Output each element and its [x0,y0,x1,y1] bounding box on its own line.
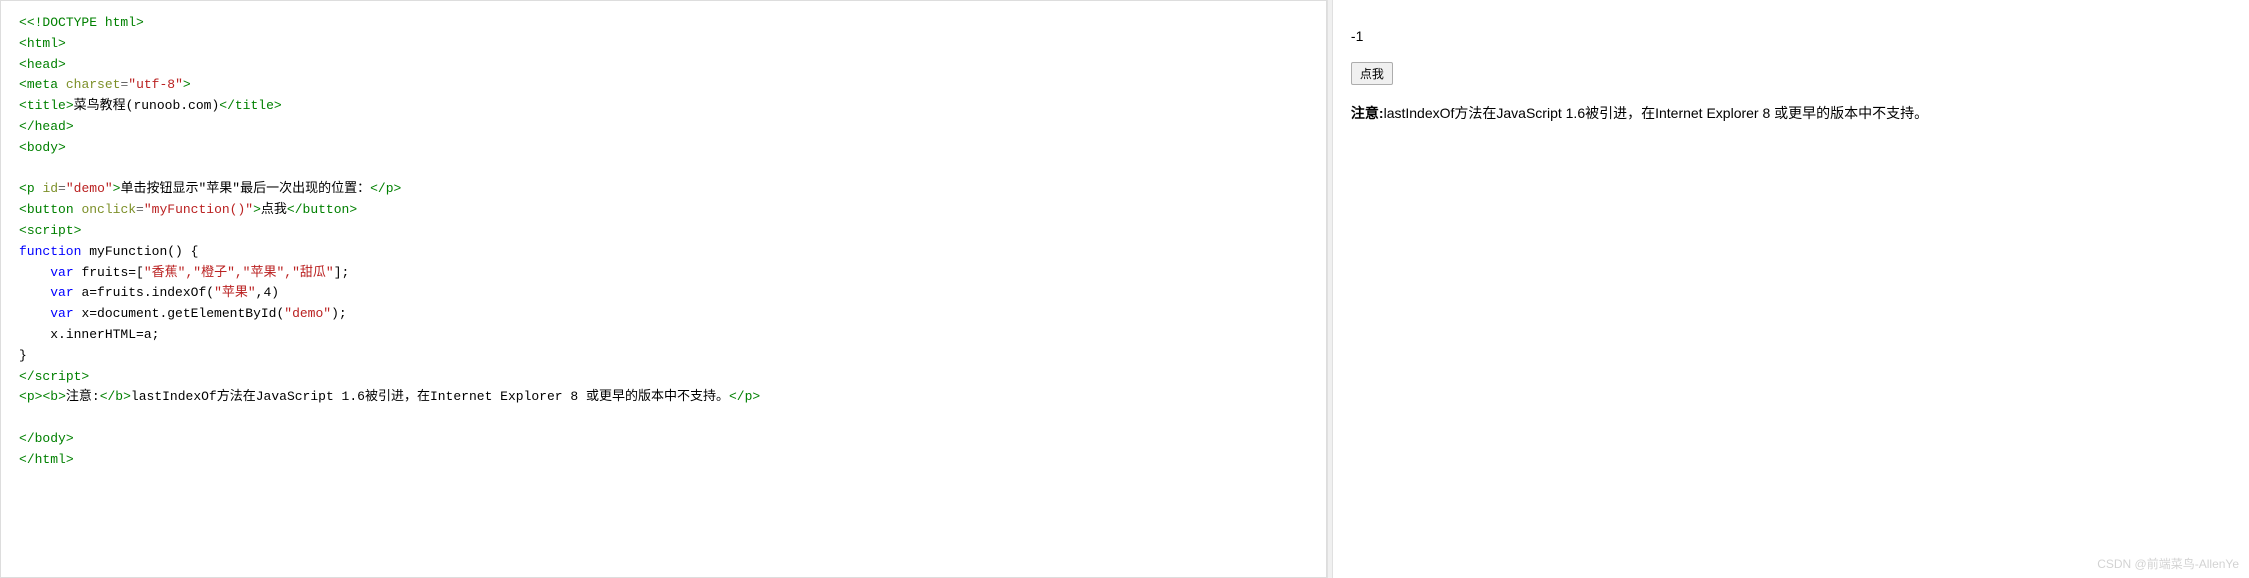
note-text: 注意:lastIndexOf方法在JavaScript 1.6被引进，在Inte… [1351,103,2231,124]
code-line: <meta charset="utf-8"> [19,75,1308,96]
output-panel: -1 点我 注意:lastIndexOf方法在JavaScript 1.6被引进… [1333,0,2249,578]
code-line: <<!DOCTYPE html> [19,13,1308,34]
note-bold: 注意: [1351,105,1384,121]
demo-output: -1 [1351,28,2231,44]
code-line: x.innerHTML=a; [19,325,1308,346]
code-line: <body> [19,138,1308,159]
code-line: <script> [19,221,1308,242]
code-line: var x=document.getElementById("demo"); [19,304,1308,325]
code-line: <head> [19,55,1308,76]
code-line: <p id="demo">单击按钮显示"苹果"最后一次出现的位置：</p> [19,179,1308,200]
code-line: <title>菜鸟教程(runoob.com)</title> [19,96,1308,117]
code-line: </html> [19,450,1308,471]
code-line: var fruits=["香蕉","橙子","苹果","甜瓜"]; [19,263,1308,284]
code-line: <button onclick="myFunction()">点我</butto… [19,200,1308,221]
code-line: function myFunction() { [19,242,1308,263]
code-line: </script> [19,367,1308,388]
code-line: </body> [19,429,1308,450]
code-line [19,408,1308,429]
code-line: <p><b>注意:</b>lastIndexOf方法在JavaScript 1.… [19,387,1308,408]
run-button[interactable]: 点我 [1351,62,1393,85]
code-line: } [19,346,1308,367]
code-line: </head> [19,117,1308,138]
code-editor-panel: <<!DOCTYPE html> <html> <head> <meta cha… [0,0,1327,578]
note-body: lastIndexOf方法在JavaScript 1.6被引进，在Interne… [1384,105,1929,121]
code-line [19,159,1308,180]
code-line: var a=fruits.indexOf("苹果",4) [19,283,1308,304]
code-line: <html> [19,34,1308,55]
doctype: <!DOCTYPE html> [27,15,144,30]
